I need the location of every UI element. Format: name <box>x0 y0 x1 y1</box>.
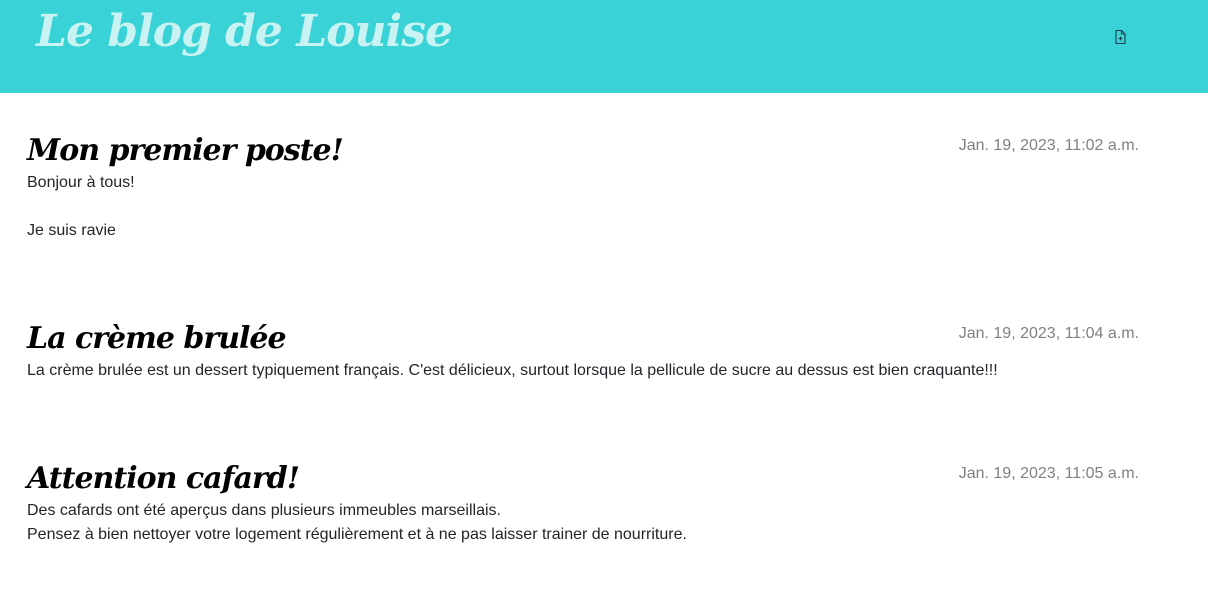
post-title-link[interactable]: Attention cafard! <box>27 461 300 496</box>
post-date: Jan. 19, 2023, 11:04 a.m. <box>958 325 1139 342</box>
post-card: Attention cafard! Jan. 19, 2023, 11:05 a… <box>27 461 1139 547</box>
post-title-link[interactable]: Mon premier poste! <box>27 133 344 168</box>
post-body: Des cafards ont été aperçus dans plusieu… <box>27 502 687 543</box>
blog-title-link[interactable]: Le blog de Louise <box>36 6 453 57</box>
post-body: Bonjour à tous! Je suis ravie <box>27 174 135 239</box>
file-plus-icon <box>1115 29 1126 45</box>
post-date: Jan. 19, 2023, 11:02 a.m. <box>958 137 1139 154</box>
page-header: Le blog de Louise <box>0 0 1208 93</box>
post-title-link[interactable]: La crème brulée <box>27 321 287 356</box>
post-date: Jan. 19, 2023, 11:05 a.m. <box>958 465 1139 482</box>
new-post-button[interactable] <box>1112 29 1128 45</box>
post-card: La crème brulée Jan. 19, 2023, 11:04 a.m… <box>27 321 1139 383</box>
post-card: Mon premier poste! Jan. 19, 2023, 11:02 … <box>27 133 1139 243</box>
post-body: La crème brulée est un dessert typiqueme… <box>27 362 998 379</box>
